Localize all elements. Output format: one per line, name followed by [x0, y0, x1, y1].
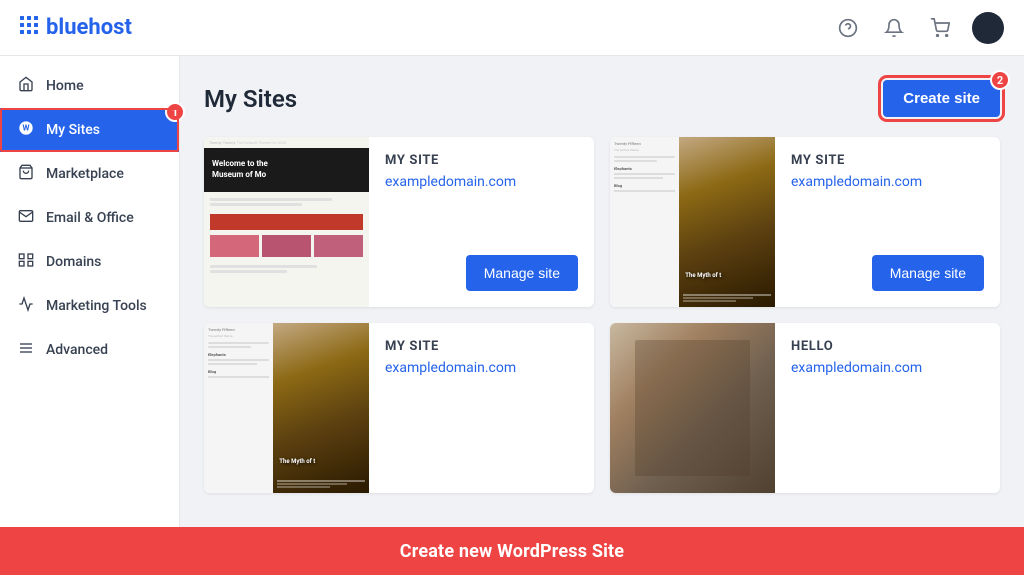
notification-icon[interactable] [880, 14, 908, 42]
site-name-4: Hello [791, 339, 984, 354]
site-card-1: Twenty Twenty The Default Theme for 2020… [204, 137, 594, 307]
site-info-3: My Site exampledomain.com [369, 323, 594, 493]
site-thumbnail-3: Twenty Fifteen The perfect theme... Elep… [204, 323, 369, 493]
manage-site-button-2[interactable]: Manage site [872, 255, 984, 291]
footer-label: Create new WordPress Site [400, 541, 624, 562]
site-domain-3[interactable]: exampledomain.com [385, 360, 578, 376]
sidebar-item-home-label: Home [46, 78, 84, 94]
wordpress-icon: W [16, 120, 36, 140]
site-card-1-body: Twenty Twenty The Default Theme for 2020… [204, 137, 594, 307]
site-domain-4[interactable]: exampledomain.com [791, 360, 984, 376]
content-header: My Sites Create site 2 [204, 80, 1000, 117]
email-icon [16, 208, 36, 228]
sidebar-item-domains[interactable]: Domains [0, 240, 179, 284]
sidebar-item-advanced-label: Advanced [46, 342, 108, 358]
my-sites-wrapper: W My Sites 1 [0, 108, 179, 152]
sidebar-item-my-sites-label: My Sites [46, 122, 100, 138]
avatar[interactable] [972, 12, 1004, 44]
site-domain-1[interactable]: exampledomain.com [385, 174, 578, 190]
sidebar-item-email-office[interactable]: Email & Office [0, 196, 179, 240]
site-card-4-body: Hello exampledomain.com [610, 323, 1000, 493]
site-info-2: MY SITE exampledomain.com Manage site [775, 137, 1000, 307]
domains-icon [16, 252, 36, 272]
advanced-icon [16, 340, 36, 360]
home-icon [16, 76, 36, 96]
header-actions [834, 12, 1004, 44]
site-thumbnail-2: Twenty Fifteen The perfect theme... Elep… [610, 137, 775, 307]
sidebar-item-marketplace[interactable]: Marketplace [0, 152, 179, 196]
manage-site-button-1[interactable]: Manage site [466, 255, 578, 291]
marketing-icon [16, 296, 36, 316]
sidebar-item-marketing-tools-label: Marketing Tools [46, 298, 147, 314]
site-name-3: My Site [385, 339, 578, 354]
grid-icon [20, 16, 38, 39]
site-domain-2[interactable]: exampledomain.com [791, 174, 984, 190]
site-card-2: Twenty Fifteen The perfect theme... Elep… [610, 137, 1000, 307]
page-title: My Sites [204, 85, 297, 113]
main-layout: Home W My Sites 1 [0, 56, 1024, 527]
logo-text: bluehost [46, 15, 132, 40]
sidebar-item-marketing-tools[interactable]: Marketing Tools [0, 284, 179, 328]
header: bluehost [0, 0, 1024, 56]
step-badge-1: 1 [165, 102, 185, 122]
footer-bar[interactable]: Create new WordPress Site [0, 527, 1024, 575]
site-thumbnail-4 [610, 323, 775, 493]
sidebar-item-advanced[interactable]: Advanced [0, 328, 179, 372]
sites-grid: Twenty Twenty The Default Theme for 2020… [204, 137, 1000, 493]
sidebar-item-home[interactable]: Home [0, 64, 179, 108]
sidebar-item-email-office-label: Email & Office [46, 210, 134, 226]
logo: bluehost [20, 15, 132, 40]
step-badge-2: 2 [990, 70, 1010, 90]
sidebar-item-domains-label: Domains [46, 254, 101, 270]
site-card-3: Twenty Fifteen The perfect theme... Elep… [204, 323, 594, 493]
site-card-2-body: Twenty Fifteen The perfect theme... Elep… [610, 137, 1000, 307]
sidebar: Home W My Sites 1 [0, 56, 180, 527]
svg-text:W: W [23, 124, 30, 133]
site-info-1: MY SITE exampledomain.com Manage site [369, 137, 594, 307]
site-card-4: Hello exampledomain.com [610, 323, 1000, 493]
site-card-3-body: Twenty Fifteen The perfect theme... Elep… [204, 323, 594, 493]
site-name-2: MY SITE [791, 153, 984, 168]
help-icon[interactable] [834, 14, 862, 42]
main-content: My Sites Create site 2 Twenty Twenty The… [180, 56, 1024, 527]
create-site-button[interactable]: Create site [883, 80, 1000, 117]
create-site-wrapper: Create site 2 [883, 80, 1000, 117]
sidebar-item-my-sites[interactable]: W My Sites [0, 108, 179, 152]
site-name-1: MY SITE [385, 153, 578, 168]
cart-icon[interactable] [926, 14, 954, 42]
site-thumbnail-1: Twenty Twenty The Default Theme for 2020… [204, 137, 369, 307]
marketplace-icon [16, 164, 36, 184]
site-info-4: Hello exampledomain.com [775, 323, 1000, 493]
sidebar-item-marketplace-label: Marketplace [46, 166, 124, 182]
